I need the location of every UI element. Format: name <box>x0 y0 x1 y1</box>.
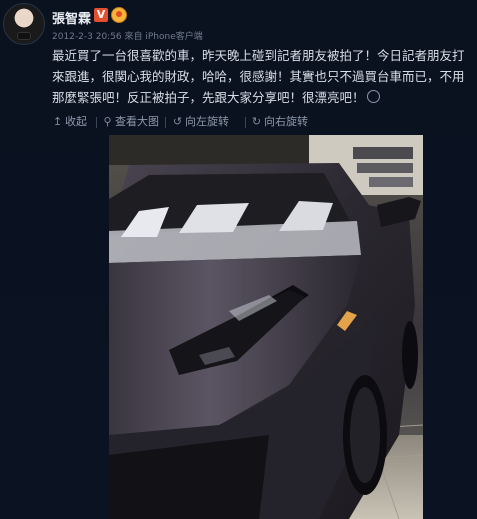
collapse-label: 收起 <box>65 115 87 128</box>
collapse-button[interactable]: ↥ 收起 <box>52 113 87 131</box>
post-text: 最近買了一台很喜歡的車，昨天晚上碰到記者朋友被拍了！今日記者朋友打來跟進，很関心… <box>52 48 465 105</box>
divider <box>96 117 97 128</box>
view-large-label: 查看大图 <box>115 115 159 128</box>
magnifier-icon: ⚲ <box>103 115 112 128</box>
medal-icon[interactable] <box>111 7 127 23</box>
verified-badge[interactable]: V <box>94 8 108 22</box>
post-meta: 2012-2-3 20:56 來自 iPhone客户端 <box>52 32 203 42</box>
author-name[interactable]: 張智霖 <box>52 8 91 27</box>
rotate-left-button[interactable]: ↺ 向左旋转 <box>172 113 229 131</box>
post-photo[interactable] <box>109 135 423 519</box>
divider <box>245 117 246 128</box>
divider <box>165 117 166 128</box>
view-large-button[interactable]: ⚲ 查看大图 <box>102 113 159 131</box>
post-content: 最近買了一台很喜歡的車，昨天晚上碰到記者朋友被拍了！今日記者朋友打來跟進，很関心… <box>52 45 467 108</box>
image-toolbar: ↥ 收起 ⚲ 查看大图 ↺ 向左旋转 ↻ 向右旋转 <box>52 113 472 131</box>
car-photo-illustration <box>109 135 423 519</box>
weibo-post: 張智霖 V 2012-2-3 20:56 來自 iPhone客户端 最近買了一台… <box>0 0 477 519</box>
rotate-right-icon: ↻ <box>251 115 262 128</box>
avatar[interactable] <box>3 3 45 45</box>
rotate-right-button[interactable]: ↻ 向右旋转 <box>251 113 308 131</box>
rotate-right-label: 向右旋转 <box>264 115 308 128</box>
rotate-left-icon: ↺ <box>172 115 183 128</box>
smile-emoji-icon <box>366 90 380 103</box>
bowtie <box>18 33 30 39</box>
collapse-arrow-icon: ↥ <box>52 115 63 128</box>
rotate-left-label: 向左旋转 <box>185 115 229 128</box>
